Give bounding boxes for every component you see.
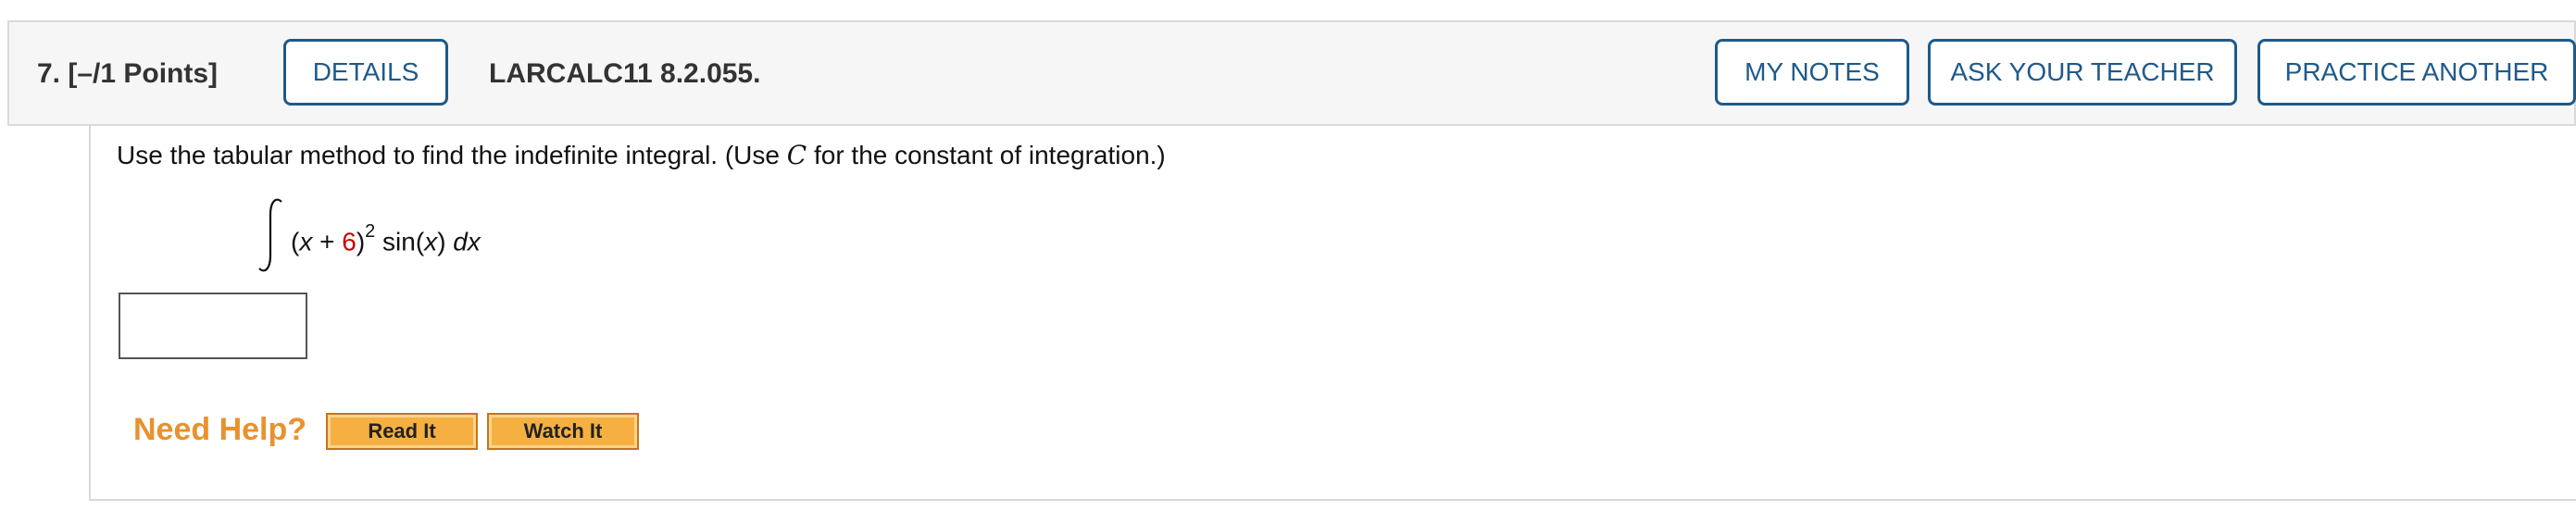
question-number-points: 7. [–/1 Points] [37,58,219,89]
question-body: Use the tabular method to find the indef… [89,126,2576,501]
ask-your-teacher-button[interactable]: ASK YOUR TEACHER [1928,39,2237,106]
practice-another-button[interactable]: PRACTICE ANOTHER [2257,39,2576,106]
integrand: (x + 6)2 sin(x) dx [291,217,481,260]
instruction-text-start: Use the tabular method to find the indef… [117,141,787,169]
integrand-close-paren: ) [356,227,366,256]
integrand-dx: dx [453,227,481,256]
instruction-constant-var: C [786,140,807,170]
integrand-constant: 6 [342,227,356,256]
answer-input[interactable] [119,293,307,359]
instruction-text-end: for the constant of integration.) [807,141,1166,169]
integrand-sin-close: ) [437,227,454,256]
need-help-label: Need Help? [133,412,307,447]
integrand-exponent: 2 [365,221,376,242]
integrand-x: x [299,227,313,256]
read-it-button[interactable]: Read It [326,413,478,450]
watch-it-button[interactable]: Watch It [487,413,639,450]
integrand-plus: + [312,227,343,256]
details-button[interactable]: DETAILS [283,39,448,106]
my-notes-button[interactable]: MY NOTES [1715,39,1909,106]
integrand-open-paren: ( [291,227,300,256]
integrand-sin: sin( [375,227,425,256]
question-header: 7. [–/1 Points] DETAILS LARCALC11 8.2.05… [7,20,2576,126]
integrand-sin-x: x [424,227,438,256]
integral-sign-icon [258,198,282,272]
problem-instruction: Use the tabular method to find the indef… [117,139,1166,172]
question-code: LARCALC11 8.2.055. [489,58,761,89]
